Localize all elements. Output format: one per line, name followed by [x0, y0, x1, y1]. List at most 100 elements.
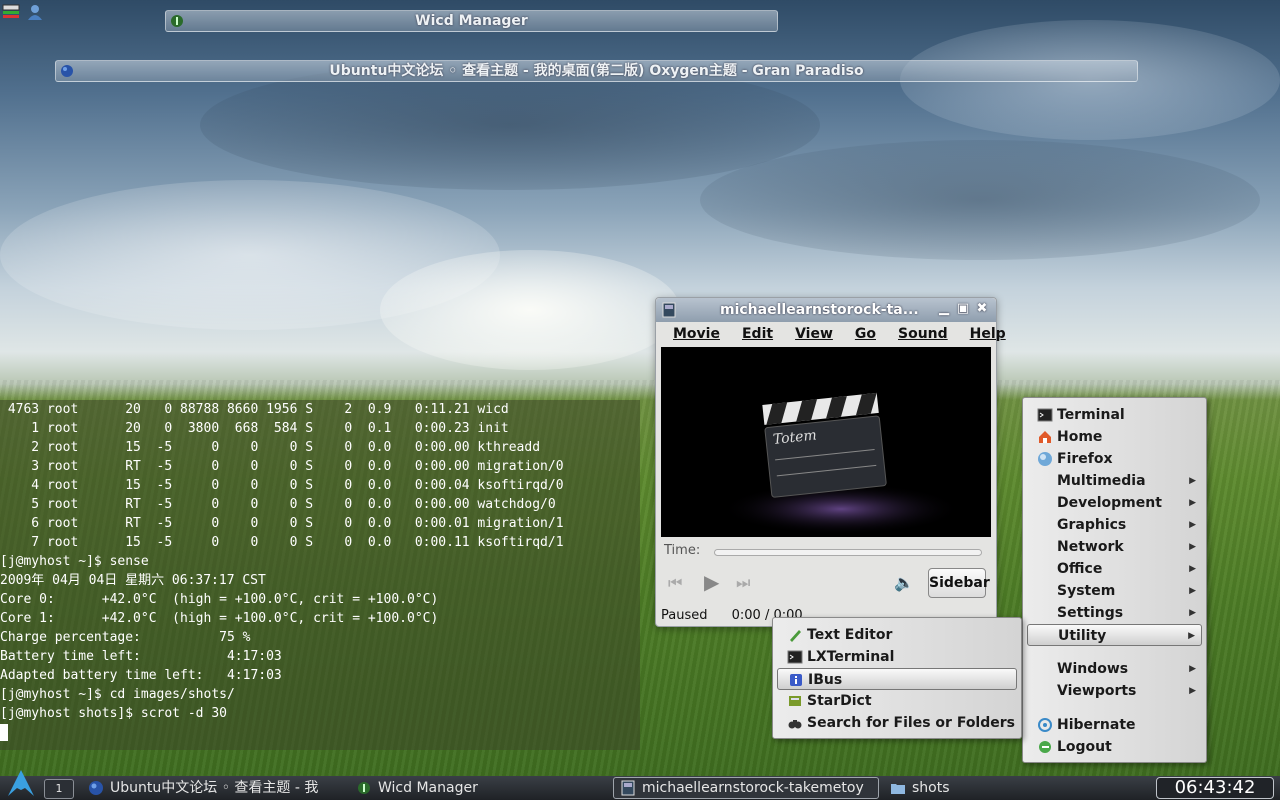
- task-firefox[interactable]: Ubuntu中文论坛 ◦ 查看主题 - 我: [82, 776, 342, 800]
- arrow-right-icon: ▶: [1189, 686, 1196, 696]
- logout-icon: [1039, 741, 1051, 753]
- menu-item-utility[interactable]: Utility ▶: [1027, 624, 1202, 646]
- menu-item-graphics[interactable]: Graphics ▶: [1027, 514, 1202, 536]
- terminal-line: Adapted battery time left: 4:17:03: [0, 668, 282, 683]
- terminal-line: 5 root RT -5 0 0 0 S 0 0.0 0:00.00 watch…: [0, 497, 556, 512]
- menu-item-label: Office: [1057, 561, 1103, 577]
- video-area[interactable]: Totem: [661, 347, 991, 537]
- globe-icon: [61, 65, 73, 77]
- clock[interactable]: 06:43:42: [1156, 777, 1274, 799]
- menu-sound[interactable]: Sound: [887, 322, 959, 346]
- sidebar-button[interactable]: Sidebar: [928, 568, 990, 598]
- binoculars-icon: [788, 720, 802, 729]
- menu-item-label: Multimedia: [1057, 473, 1146, 489]
- menu-item-office[interactable]: Office ▶: [1027, 558, 1202, 580]
- user-icon[interactable]: [26, 4, 44, 20]
- maximize-icon[interactable]: ▣: [955, 301, 971, 317]
- menu-movie[interactable]: Movie: [662, 322, 731, 346]
- terminal-output: 4763 root 20 0 88788 8660 1956 S 2 0.9 0…: [0, 400, 640, 742]
- menu-item-label: LXTerminal: [807, 649, 895, 665]
- menu-edit[interactable]: Edit: [731, 322, 784, 346]
- menu-item-hibernate[interactable]: Hibernate: [1027, 714, 1202, 736]
- arrow-right-icon: ▶: [1188, 631, 1195, 641]
- totem-title: michaellearnstorock-ta...: [720, 302, 919, 318]
- menu-item-label: System: [1057, 583, 1116, 599]
- terminal-line: 4 root 15 -5 0 0 0 S 0 0.0 0:00.04 ksoft…: [0, 478, 564, 493]
- menu-item-logout[interactable]: Logout: [1027, 736, 1202, 758]
- close-icon[interactable]: ✖: [974, 301, 990, 317]
- submenu-item-search-for-files-or-folders[interactable]: Search for Files or Folders: [777, 712, 1017, 734]
- next-icon[interactable]: ⏭: [736, 573, 750, 593]
- menu-item-settings[interactable]: Settings ▶: [1027, 602, 1202, 624]
- previous-icon[interactable]: ⏮: [668, 573, 682, 593]
- menu-item-label: Network: [1057, 539, 1124, 555]
- menu-item-label: IBus: [808, 672, 843, 688]
- menu-item-development[interactable]: Development ▶: [1027, 492, 1202, 514]
- submenu-item-ibus[interactable]: IBus: [777, 668, 1017, 690]
- info-icon: [790, 674, 802, 686]
- openbox-root-menu: Terminal Home Firefox Multimedia ▶ Developmen…: [1022, 397, 1207, 763]
- menu-item-label: Home: [1057, 429, 1103, 445]
- submenu-item-lxterminal[interactable]: LXTerminal: [777, 646, 1017, 668]
- menu-go[interactable]: Go: [844, 322, 887, 346]
- totem-titlebar[interactable]: michaellearnstorock-ta... ▁ ▣ ✖: [656, 298, 996, 322]
- firefox-window-titlebar[interactable]: Ubuntu中文论坛 ◦ 查看主题 - 我的桌面(第二版) Oxygen主题 -…: [55, 60, 1138, 82]
- menu-view[interactable]: View: [784, 322, 844, 346]
- menu-item-home[interactable]: Home: [1027, 426, 1202, 448]
- terminal-window[interactable]: 4763 root 20 0 88788 8660 1956 S 2 0.9 0…: [0, 400, 640, 750]
- menu-item-viewports[interactable]: Viewports ▶: [1027, 680, 1202, 702]
- network-icon[interactable]: [2, 4, 20, 20]
- menu-item-firefox[interactable]: Firefox: [1027, 448, 1202, 470]
- terminal-line: 6 root RT -5 0 0 0 S 0 0.0 0:00.01 migra…: [0, 516, 564, 531]
- task-label: michaellearnstorock-takemetoy: [642, 780, 864, 796]
- cloud: [0, 180, 500, 330]
- task-wicd[interactable]: Wicd Manager: [350, 776, 490, 800]
- wicd-window-titlebar[interactable]: Wicd Manager: [165, 10, 778, 32]
- arrow-right-icon: ▶: [1189, 608, 1196, 618]
- terminal-line: Core 0: +42.0°C (high = +100.0°C, crit =…: [0, 592, 439, 607]
- menu-item-label: Terminal: [1057, 407, 1125, 423]
- arrow-right-icon: ▶: [1189, 664, 1196, 674]
- arrow-right-icon: ▶: [1189, 476, 1196, 486]
- terminal-line: 3 root RT -5 0 0 0 S 0 0.0 0:00.00 migra…: [0, 459, 564, 474]
- task-shots[interactable]: shots: [884, 776, 1004, 800]
- film-icon: [662, 302, 676, 318]
- cloud: [700, 140, 1260, 260]
- totem-logo: Totem: [721, 392, 961, 535]
- menu-item-label: Search for Files or Folders: [807, 715, 1015, 731]
- menu-help[interactable]: Help: [959, 322, 1017, 346]
- volume-icon[interactable]: 🔈: [894, 573, 914, 592]
- globe-icon: [1038, 452, 1052, 466]
- task-label: shots: [912, 780, 950, 796]
- seek-slider[interactable]: [714, 549, 982, 556]
- play-icon[interactable]: ▶: [704, 570, 719, 594]
- system-tray: [2, 4, 44, 20]
- menu-item-label: Graphics: [1057, 517, 1127, 533]
- submenu-item-stardict[interactable]: StarDict: [777, 690, 1017, 712]
- menu-item-label: Text Editor: [807, 627, 893, 643]
- task-label: Ubuntu中文论坛 ◦ 查看主题 - 我: [110, 780, 319, 796]
- minimize-icon[interactable]: ▁: [936, 301, 952, 317]
- book-icon: [789, 696, 801, 706]
- utility-submenu: Text Editor LXTerminal IBus StarDict Search …: [772, 617, 1022, 739]
- arrow-right-icon: ▶: [1189, 520, 1196, 530]
- task-totem[interactable]: michaellearnstorock-takemetoy: [613, 777, 879, 799]
- menu-item-terminal[interactable]: Terminal: [1027, 404, 1202, 426]
- terminal-line: Battery time left: 4:17:03: [0, 649, 282, 664]
- terminal-line: Charge percentage: 75 %: [0, 630, 251, 645]
- menu-item-system[interactable]: System ▶: [1027, 580, 1202, 602]
- time-label: Time:: [664, 543, 701, 558]
- menu-item-network[interactable]: Network ▶: [1027, 536, 1202, 558]
- arch-logo-icon[interactable]: [6, 768, 36, 798]
- menu-item-multimedia[interactable]: Multimedia ▶: [1027, 470, 1202, 492]
- terminal-cursor: [0, 724, 8, 741]
- desktop-pager[interactable]: 1: [44, 779, 74, 799]
- film-icon: [621, 780, 635, 796]
- menu-item-windows[interactable]: Windows ▶: [1027, 658, 1202, 680]
- wicd-window-title: Wicd Manager: [415, 13, 528, 29]
- cloud: [380, 250, 680, 370]
- submenu-item-text-editor[interactable]: Text Editor: [777, 624, 1017, 646]
- arrow-right-icon: ▶: [1189, 498, 1196, 508]
- folder-icon: [891, 784, 905, 794]
- menu-item-label: Windows: [1057, 661, 1129, 677]
